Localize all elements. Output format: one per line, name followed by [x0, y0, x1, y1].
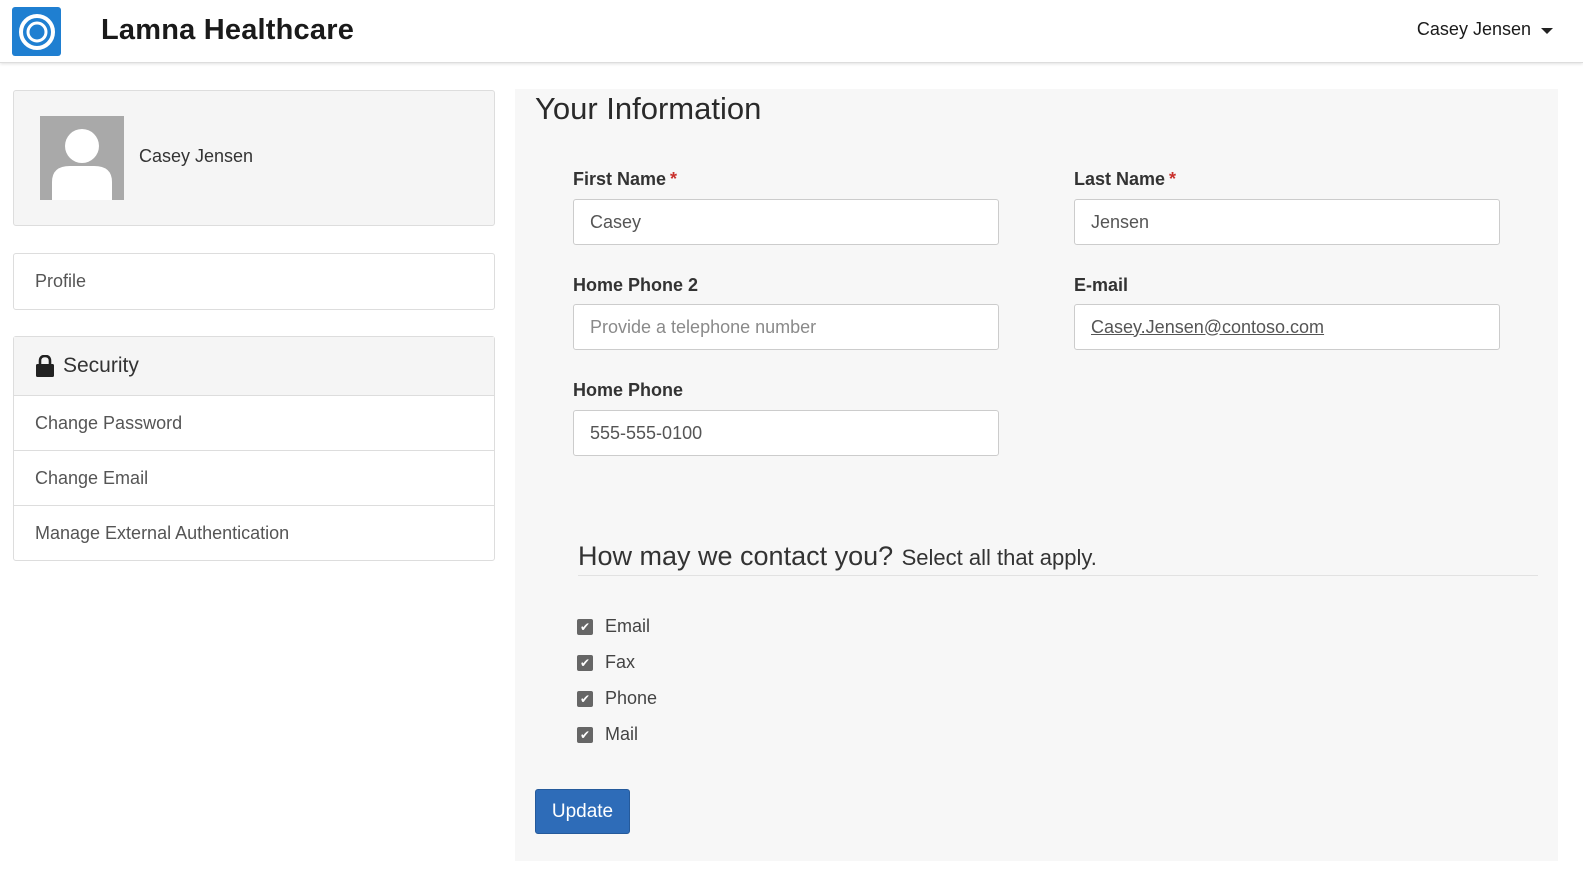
- email-label: E-mail: [1074, 275, 1129, 295]
- brand-title[interactable]: Lamna Healthcare: [101, 14, 354, 47]
- contact-option-email[interactable]: ✔ Email: [577, 616, 650, 637]
- contact-option-label: Phone: [605, 688, 658, 708]
- required-marker: *: [1169, 169, 1177, 189]
- profile-nav: Profile: [13, 253, 495, 310]
- update-button[interactable]: Update: [535, 789, 630, 834]
- profile-card: Casey Jensen: [13, 90, 495, 226]
- first-name-label: First Name *: [573, 169, 677, 190]
- contact-option-mail[interactable]: ✔ Mail: [577, 724, 638, 745]
- home-phone-2-input[interactable]: [573, 304, 999, 350]
- last-name-input[interactable]: [1074, 199, 1500, 245]
- checkbox-checked-icon[interactable]: ✔: [577, 690, 593, 707]
- last-name-label-text: Last Name: [1074, 169, 1166, 189]
- contact-option-label: Email: [605, 616, 651, 636]
- top-navbar: Lamna Healthcare Casey Jensen: [0, 0, 1583, 63]
- contact-option-label: Mail: [605, 724, 639, 744]
- your-information-panel: Your Information First Name* Last Name* …: [515, 89, 1558, 861]
- contact-subtitle: Select all that apply.: [901, 545, 1097, 570]
- last-name-label: Last Name *: [1074, 169, 1176, 190]
- contact-option-label: Fax: [605, 652, 636, 672]
- first-name-input[interactable]: [573, 199, 999, 245]
- contact-option-fax[interactable]: ✔ Fax: [577, 652, 635, 673]
- user-menu-dropdown[interactable]: Casey Jensen: [1417, 19, 1553, 40]
- security-title: Security: [63, 354, 139, 377]
- lock-icon: [36, 354, 54, 377]
- caret-down-icon: [1541, 27, 1553, 34]
- first-name-label-text: First Name: [573, 169, 667, 189]
- home-phone-input[interactable]: [573, 410, 999, 456]
- page-title: Your Information: [535, 91, 762, 126]
- checkbox-checked-icon[interactable]: ✔: [577, 618, 593, 635]
- required-marker: *: [670, 169, 678, 189]
- contact-question: How may we contact you?: [578, 541, 894, 571]
- ring-logo-icon[interactable]: [12, 7, 61, 56]
- checkbox-checked-icon[interactable]: ✔: [577, 654, 593, 671]
- email-input[interactable]: [1074, 304, 1500, 350]
- checkbox-checked-icon[interactable]: ✔: [577, 726, 593, 743]
- security-nav: Security Change Password Change Email Ma…: [13, 336, 495, 561]
- user-menu-name: Casey Jensen: [1416, 19, 1531, 39]
- home-phone-2-label: Home Phone 2: [573, 275, 699, 295]
- security-header: Security: [14, 337, 494, 395]
- contact-preferences-legend: How may we contact you? Select all that …: [578, 541, 1538, 576]
- sidebar-item-profile[interactable]: Profile: [14, 254, 494, 309]
- home-phone-label: Home Phone: [573, 380, 684, 400]
- profile-name: Casey Jensen: [139, 146, 254, 166]
- sidebar-item-manage-external-auth[interactable]: Manage External Authentication: [14, 505, 494, 560]
- user-silhouette-icon: [40, 116, 124, 200]
- sidebar-item-change-password[interactable]: Change Password: [14, 395, 494, 450]
- contact-option-phone[interactable]: ✔ Phone: [577, 688, 657, 709]
- avatar: [40, 116, 124, 200]
- sidebar-item-change-email[interactable]: Change Email: [14, 450, 494, 505]
